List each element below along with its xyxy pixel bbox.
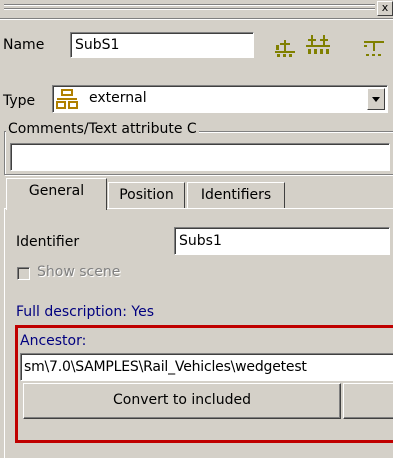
name-input[interactable]: SubS1 xyxy=(70,32,254,58)
separator xyxy=(0,18,393,20)
chevron-down-icon[interactable] xyxy=(367,88,385,110)
type-select[interactable]: external xyxy=(52,85,388,113)
panel-grip-bar[interactable]: x xyxy=(0,0,393,16)
ancestor-path-input[interactable]: sm\7.0\SAMPLES\Rail_Vehicles\wedgetest xyxy=(20,353,393,381)
convert-to-included-button[interactable]: Convert to included xyxy=(23,383,341,419)
comments-input[interactable] xyxy=(10,143,390,171)
ancestor-label: Ancestor: xyxy=(20,333,87,349)
grip-line xyxy=(4,8,375,10)
grip-line xyxy=(4,4,375,6)
tab-general[interactable]: General xyxy=(6,178,107,210)
external-type-icon xyxy=(56,89,78,113)
subsystem-down-icon[interactable] xyxy=(360,33,386,59)
identifier-input[interactable]: Subs1 xyxy=(174,227,390,255)
subsystem-up-icon[interactable] xyxy=(272,33,298,59)
identifier-label: Identifier xyxy=(16,234,80,250)
secondary-button[interactable] xyxy=(343,383,393,419)
show-scene-checkbox[interactable] xyxy=(17,267,30,280)
show-scene-label: Show scene xyxy=(37,264,121,280)
tab-identifiers[interactable]: Identifiers xyxy=(187,182,285,208)
type-value: external xyxy=(89,90,147,106)
comments-legend: Comments/Text attribute C xyxy=(6,121,199,137)
tab-position[interactable]: Position xyxy=(108,182,185,208)
subsystem-up-down-icon[interactable] xyxy=(305,33,331,59)
close-icon[interactable]: x xyxy=(377,1,393,16)
full-description-text: Full description: Yes xyxy=(16,304,154,320)
type-label: Type xyxy=(3,93,36,109)
name-label: Name xyxy=(3,37,45,53)
